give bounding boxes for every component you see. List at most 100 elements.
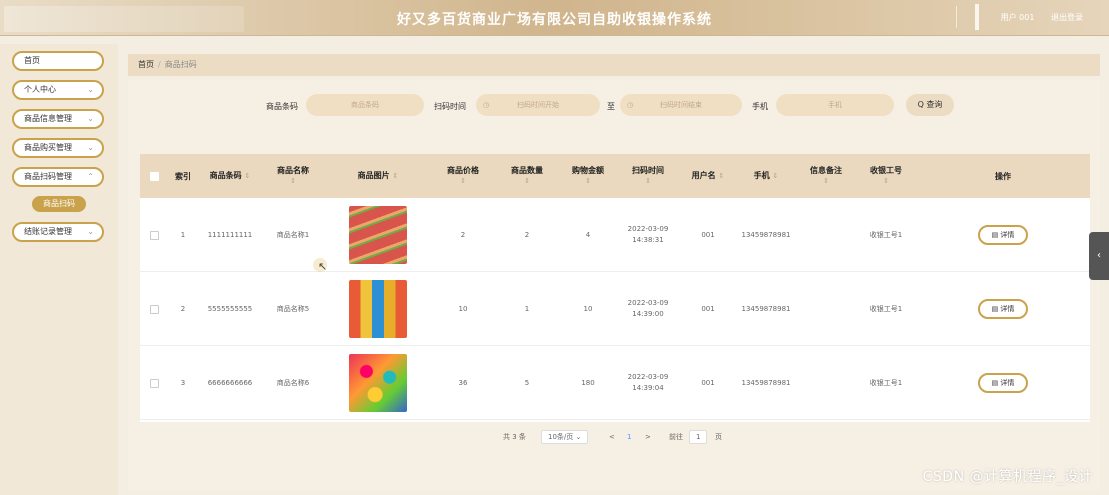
mouse-cursor-icon: ↖ <box>318 260 328 273</box>
table-header: 索引 商品条码 ⇕ 商品名称 ⇕ 商品图片 ⇕ 商品价格 ⇕ 商品数量 ⇕ 购物金额 ⇕… <box>140 154 1090 198</box>
col-name[interactable]: 商品名称 ⇕ <box>262 154 324 198</box>
col-phone[interactable]: 手机 ⇕ <box>736 154 796 198</box>
breadcrumb-current: 商品扫码 <box>164 60 197 69</box>
cell-barcode: 5555555555 <box>207 304 253 313</box>
cell-phone: 13459878981 <box>741 378 791 387</box>
sidebar-item-checkout-records[interactable]: 结账记录管理 ⌄ <box>12 222 104 242</box>
cell-index: 1 <box>180 230 186 239</box>
phone-input[interactable]: 手机 <box>776 94 894 116</box>
cell-name: 商品名称6 <box>276 378 310 387</box>
cell-cashier: 收银工号1 <box>869 304 903 313</box>
breadcrumb-home[interactable]: 首页 <box>138 60 154 69</box>
sort-icon: ⇕ <box>772 172 779 180</box>
col-note[interactable]: 信息备注 ⇕ <box>796 154 856 198</box>
goto-page-input[interactable]: 1 <box>689 430 708 444</box>
page-size-select[interactable]: 10条/页 ⌄ <box>541 430 589 444</box>
cell-barcode: 1111111111 <box>207 230 253 239</box>
sidebar-item-product-purchase[interactable]: 商品购买管理 ⌄ <box>12 138 104 158</box>
header-divider <box>975 4 979 30</box>
col-barcode[interactable]: 商品条码 ⇕ <box>198 154 262 198</box>
search-bar: 商品条码 商品条码 扫码时间 ◷ 扫码时间开始 至 ◷ 扫码时间结束 手机 手机… <box>128 94 1100 118</box>
table-row: 3 6666666666 商品名称6 36 5 180 2022-03-09 14… <box>140 346 1090 420</box>
row-checkbox-cell <box>140 346 168 420</box>
select-all-checkbox[interactable] <box>149 171 159 181</box>
collapse-side-panel-button[interactable]: ‹ <box>1089 232 1109 280</box>
sort-icon: ⇕ <box>392 172 399 180</box>
row-checkbox-cell <box>140 272 168 346</box>
sort-icon: ⇕ <box>645 177 651 185</box>
sort-icon: ⇕ <box>823 177 829 185</box>
sidebar-item-home[interactable]: 首页 <box>12 51 104 71</box>
chevron-up-icon: ⌃ <box>87 172 94 181</box>
col-total[interactable]: 购物金额 ⇕ <box>560 154 616 198</box>
scan-records-table: 索引 商品条码 ⇕ 商品名称 ⇕ 商品图片 ⇕ 商品价格 ⇕ 商品数量 ⇕ 购物金额 ⇕… <box>140 154 1090 422</box>
scan-time-end-placeholder: 扫码时间结束 <box>660 101 702 109</box>
detail-button[interactable]: ▤ 详情 <box>978 299 1028 319</box>
breadcrumb-separator: / <box>158 60 161 69</box>
sidebar-item-product-scan[interactable]: 商品扫码管理 ⌃ <box>12 167 104 187</box>
col-action: 操作 <box>995 171 1011 181</box>
table-row: 1 1111111111 商品名称1 2 2 4 2022-03-09 14:38… <box>140 198 1090 272</box>
select-all-cell <box>140 154 168 198</box>
cell-price: 36 <box>458 378 468 387</box>
cell-note <box>796 272 856 346</box>
sidebar-item-product-info[interactable]: 商品信息管理 ⌄ <box>12 109 104 129</box>
top-header: 好又多百货商业广场有限公司自助收银操作系统 用户 001 退出登录 <box>0 0 1109 36</box>
barcode-input[interactable]: 商品条码 <box>306 94 424 116</box>
clock-icon: ◷ <box>627 101 634 109</box>
scan-time-label: 扫码时间 <box>434 102 466 111</box>
row-checkbox[interactable] <box>149 378 159 388</box>
cell-total: 4 <box>585 230 591 239</box>
product-image <box>349 354 407 412</box>
cell-qty: 5 <box>524 378 530 387</box>
next-page-button[interactable]: > <box>645 430 651 444</box>
page-number[interactable]: 1 <box>627 430 631 444</box>
app-title: 好又多百货商业广场有限公司自助收银操作系统 <box>397 12 712 28</box>
cell-total: 10 <box>583 304 593 313</box>
logout-link[interactable]: 退出登录 <box>1051 13 1083 22</box>
col-image[interactable]: 商品图片 ⇕ <box>324 154 432 198</box>
cell-image <box>324 346 432 420</box>
cell-scan-time: 2022-03-09 14:39:04 <box>627 373 669 392</box>
cell-scan-time: 2022-03-09 14:39:00 <box>627 299 669 318</box>
sidebar-item-personal-center[interactable]: 个人中心 ⌄ <box>12 80 104 100</box>
cell-price: 10 <box>458 304 468 313</box>
cell-image <box>324 272 432 346</box>
cell-index: 3 <box>180 378 186 387</box>
col-qty[interactable]: 商品数量 ⇕ <box>494 154 560 198</box>
cell-action: ▤ 详情 <box>916 272 1090 346</box>
product-image <box>349 206 407 264</box>
cell-index: 2 <box>180 304 186 313</box>
row-checkbox[interactable] <box>149 230 159 240</box>
col-index[interactable]: 索引 <box>168 154 198 198</box>
cell-barcode: 6666666666 <box>207 378 253 387</box>
col-username[interactable]: 用户名 ⇕ <box>680 154 736 198</box>
col-scan-time[interactable]: 扫码时间 ⇕ <box>616 154 680 198</box>
breadcrumb: 首页 / 商品扫码 <box>128 54 1100 76</box>
cell-phone: 13459878981 <box>741 230 791 239</box>
cell-username: 001 <box>701 378 715 387</box>
sort-icon: ⇕ <box>244 172 251 180</box>
detail-button[interactable]: ▤ 详情 <box>978 225 1028 245</box>
query-button[interactable]: Q 查询 <box>906 94 954 116</box>
col-cashier[interactable]: 收银工号 ⇕ <box>856 154 916 198</box>
cell-image <box>324 198 432 272</box>
page-unit-label: 页 <box>715 433 722 441</box>
prev-page-button[interactable]: < <box>609 430 615 444</box>
table-row: 2 5555555555 商品名称5 10 1 10 2022-03-09 14:… <box>140 272 1090 346</box>
row-checkbox[interactable] <box>149 304 159 314</box>
range-to-label: 至 <box>607 102 615 111</box>
cell-username: 001 <box>701 304 715 313</box>
sidebar-subitem-product-scan[interactable]: 商品扫码 <box>32 196 86 212</box>
sort-icon: ⇕ <box>460 177 466 185</box>
scan-time-end-input[interactable]: ◷ 扫码时间结束 <box>620 94 742 116</box>
col-price[interactable]: 商品价格 ⇕ <box>432 154 494 198</box>
cell-qty: 2 <box>524 230 530 239</box>
scan-time-start-input[interactable]: ◷ 扫码时间开始 <box>476 94 600 116</box>
sidebar-item-label: 商品购买管理 <box>24 143 72 152</box>
chevron-down-icon: ⌄ <box>87 143 94 152</box>
detail-button[interactable]: ▤ 详情 <box>978 373 1028 393</box>
cell-action: ▤ 详情 <box>916 198 1090 272</box>
cell-cashier: 收银工号1 <box>869 378 903 387</box>
header-divider-thin <box>956 6 957 28</box>
